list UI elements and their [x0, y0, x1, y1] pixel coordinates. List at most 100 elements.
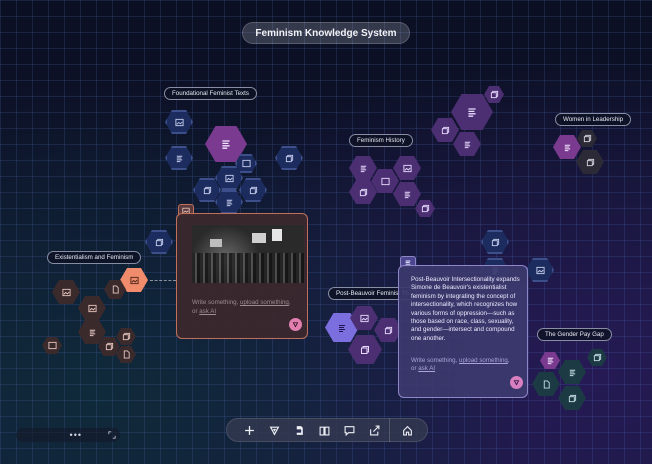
ai-icon: [292, 322, 299, 328]
page-title: Feminism Knowledge System: [242, 22, 410, 44]
text-node-small[interactable]: [540, 352, 560, 369]
image-node[interactable]: [165, 110, 193, 134]
text-node[interactable]: [453, 132, 481, 156]
image-icon: [174, 118, 184, 126]
ai-button[interactable]: [510, 376, 523, 389]
add-button[interactable]: [237, 420, 262, 440]
stack-icon: [421, 204, 429, 213]
minimap-bar[interactable]: •••: [16, 428, 120, 442]
text-icon: [339, 324, 345, 332]
document-icon: [543, 379, 550, 389]
upload-link[interactable]: upload something: [240, 299, 289, 306]
comment-button[interactable]: [337, 420, 362, 440]
image-icon: [241, 159, 251, 168]
image-node[interactable]: [78, 296, 106, 320]
text-node-large[interactable]: [451, 94, 493, 130]
image-card[interactable]: Write something, upload something, or as…: [176, 213, 308, 339]
text-node[interactable]: [553, 135, 581, 159]
note-text[interactable]: Post-Beauvoir Intersectionality expands …: [411, 276, 521, 343]
stack-icon: [583, 134, 591, 143]
text-node[interactable]: [215, 190, 243, 214]
tag-foundational-feminist-texts[interactable]: Foundational Feminist Texts: [164, 87, 257, 100]
stack-node[interactable]: [558, 386, 586, 410]
doc-node[interactable]: [532, 372, 560, 396]
stack-node[interactable]: [481, 230, 509, 254]
pdf-icon: [295, 425, 303, 435]
stack-icon: [359, 188, 367, 196]
image-icon: [359, 314, 369, 322]
bottom-toolbar: [226, 418, 428, 442]
home-icon: [403, 425, 412, 435]
text-icon: [564, 144, 570, 151]
share-icon: [370, 425, 380, 435]
ask-ai-link[interactable]: ask AI: [199, 308, 216, 315]
text-icon: [468, 108, 476, 117]
text-icon: [404, 191, 410, 198]
stack-node[interactable]: [239, 178, 267, 202]
comment-icon: [344, 425, 355, 436]
stack-icon: [568, 394, 576, 402]
pdf-button[interactable]: [287, 420, 312, 440]
stack-node-small[interactable]: [116, 328, 136, 345]
stack-node-small[interactable]: [484, 86, 504, 103]
note-card[interactable]: Post-Beauvoir Intersectionality expands …: [398, 265, 528, 398]
upload-link[interactable]: upload something: [459, 357, 508, 364]
tag-feminism-history[interactable]: Feminism History: [349, 134, 413, 147]
image-icon: [380, 177, 390, 185]
stack-node[interactable]: [348, 335, 382, 364]
stack-icon: [586, 158, 594, 166]
tag-women-in-leadership[interactable]: Women in Leadership: [555, 113, 632, 126]
doc-node-small[interactable]: [116, 346, 136, 363]
ask-ai-link[interactable]: ask AI: [418, 365, 435, 372]
image-icon: [402, 164, 412, 172]
text-icon: [547, 357, 553, 365]
book-button[interactable]: [312, 420, 337, 440]
tag-gender-pay-gap[interactable]: The Gender Pay Gap: [537, 328, 612, 341]
text-node[interactable]: [558, 360, 586, 384]
card-placeholder[interactable]: Write something, upload something, or as…: [192, 298, 304, 316]
image-node-small[interactable]: [42, 337, 62, 354]
document-icon: [123, 350, 130, 359]
text-node[interactable]: [349, 156, 377, 180]
image-icon: [61, 288, 71, 296]
tag-existentialism-and-feminism[interactable]: Existentialism and Feminism: [47, 251, 142, 264]
image-icon: [47, 341, 57, 350]
stack-node-small[interactable]: [415, 200, 435, 217]
add-icon: [245, 425, 254, 435]
text-icon: [222, 140, 230, 149]
text-node[interactable]: [165, 146, 193, 170]
stack-node-small[interactable]: [587, 349, 607, 366]
ai-button[interactable]: [262, 420, 287, 440]
stack-node-small[interactable]: [577, 130, 597, 147]
image-icon: [129, 276, 139, 284]
text-icon: [360, 165, 366, 172]
text-node[interactable]: [393, 182, 421, 206]
ai-icon: [269, 426, 280, 436]
stack-icon: [285, 154, 293, 162]
text-icon: [569, 369, 575, 376]
image-node[interactable]: [526, 258, 554, 282]
stack-node[interactable]: [576, 150, 604, 174]
ai-icon: [513, 380, 520, 386]
text-icon: [176, 155, 182, 162]
stack-icon: [491, 238, 499, 246]
stack-node[interactable]: [275, 146, 303, 170]
knowledge-canvas[interactable]: Feminism Knowledge System Foundational F…: [0, 0, 652, 464]
home-button[interactable]: [395, 420, 420, 440]
ai-button[interactable]: [289, 318, 302, 331]
more-options-icon[interactable]: •••: [70, 430, 82, 440]
stack-node[interactable]: [145, 230, 173, 254]
stack-node[interactable]: [193, 178, 221, 202]
image-node[interactable]: [52, 280, 80, 304]
image-node[interactable]: [393, 156, 421, 180]
stack-node[interactable]: [431, 118, 459, 142]
card-placeholder[interactable]: Write something, upload something, or as…: [411, 357, 521, 374]
stack-icon: [384, 326, 392, 334]
text-icon: [226, 199, 232, 206]
document-icon: [112, 285, 119, 294]
stack-icon: [203, 186, 211, 194]
share-button[interactable]: [362, 420, 387, 440]
image-icon: [224, 174, 234, 182]
toolbar-divider: [389, 418, 390, 442]
expand-icon[interactable]: [108, 431, 116, 439]
